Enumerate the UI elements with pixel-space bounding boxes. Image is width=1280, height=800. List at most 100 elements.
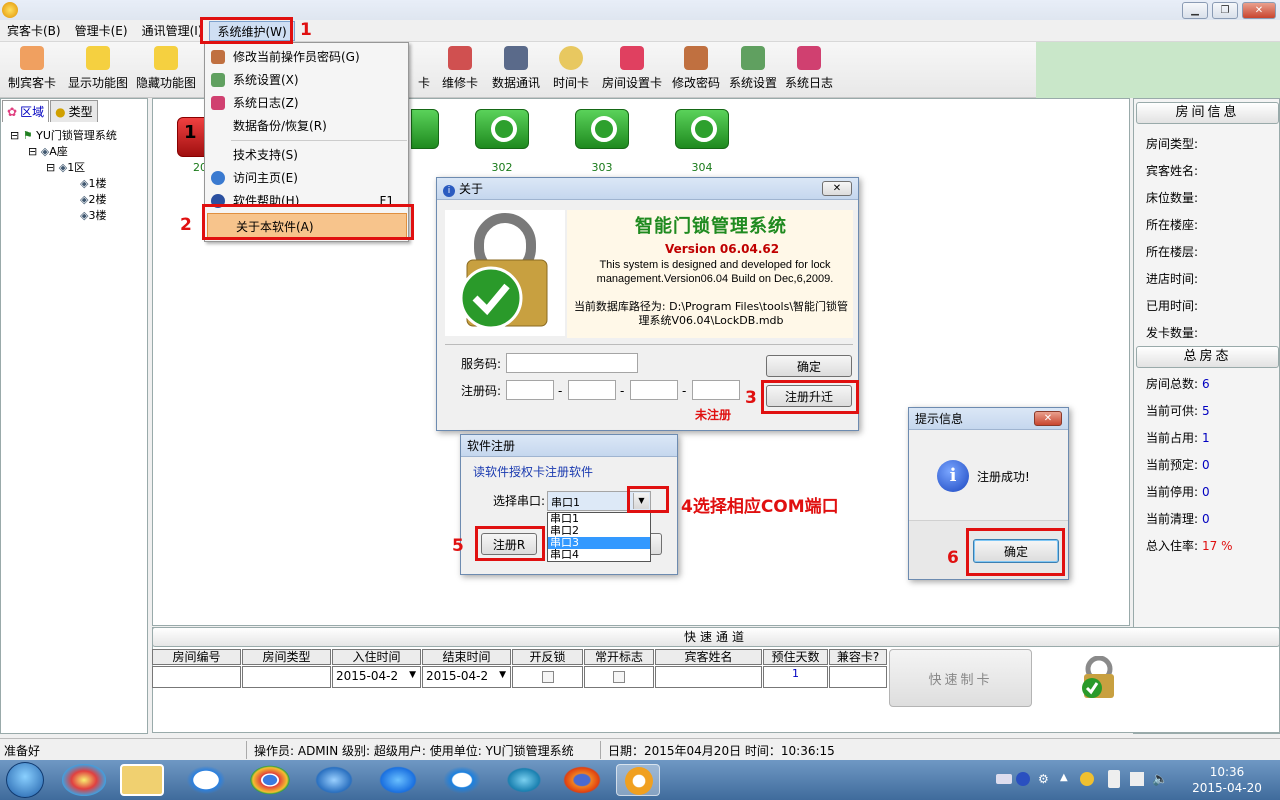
lock-app-taskbar-icon[interactable]: [616, 764, 660, 796]
tree-zone[interactable]: ⊟ ◈1区: [10, 160, 117, 176]
about-ok-button[interactable]: 确定: [766, 355, 852, 377]
stay-days-input[interactable]: 1: [763, 666, 828, 688]
guest-name-input[interactable]: [655, 666, 762, 688]
tb-room-set-card[interactable]: 房间设置卡: [602, 46, 662, 91]
power-tray-icon[interactable]: [1108, 770, 1120, 788]
register-upgrade-button[interactable]: 注册升迁: [766, 385, 852, 407]
menu-homepage[interactable]: 访问主页(E): [205, 167, 408, 189]
room-type-input[interactable]: [242, 666, 331, 688]
menu-item-label: 修改当前操作员密码(G): [233, 50, 360, 64]
chrome-icon[interactable]: [248, 764, 292, 796]
tb-show-map[interactable]: 显示功能图: [68, 46, 128, 91]
menu-system-maint[interactable]: 系统维护(W): [209, 20, 295, 41]
tab-type[interactable]: ● 类型: [50, 100, 98, 122]
tree-building[interactable]: ⊟ ◈A座: [10, 144, 117, 160]
menu-backup[interactable]: 数据备份/恢复(R): [205, 115, 408, 137]
maximize-button[interactable]: ❐: [1212, 2, 1238, 19]
room-number: 304: [691, 161, 713, 174]
deadlock-checkbox[interactable]: [541, 671, 554, 683]
room-303[interactable]: [575, 109, 629, 149]
reg-code-field-4[interactable]: [692, 380, 740, 400]
keyboard-tray-icon[interactable]: [996, 774, 1012, 784]
baidu-disk-icon[interactable]: [184, 764, 228, 796]
globe-icon[interactable]: [312, 764, 356, 796]
tb-data-comm[interactable]: 数据通讯: [492, 46, 540, 91]
info-close-button[interactable]: ✕: [1034, 411, 1062, 426]
about-close-button[interactable]: ✕: [822, 181, 852, 196]
tb-time-card[interactable]: 时间卡: [553, 46, 589, 91]
taskbar-clock[interactable]: 10:36 2015-04-20: [1182, 764, 1272, 796]
tb-system-settings[interactable]: 系统设置: [729, 46, 777, 91]
room-302[interactable]: [475, 109, 529, 149]
quick-make-card-button[interactable]: 快速制卡: [889, 649, 1032, 707]
tb-hide-map[interactable]: 隐藏功能图: [136, 46, 196, 91]
compat-card-input[interactable]: [829, 666, 887, 688]
menu-system-settings[interactable]: 系统设置(X): [205, 69, 408, 91]
bird-app-icon[interactable]: [502, 764, 546, 796]
tab-area[interactable]: ✿ 区域: [2, 100, 50, 122]
tb-make-guest-card[interactable]: 制宾客卡: [8, 46, 56, 91]
chevron-down-icon: ▼: [499, 670, 506, 680]
pinwheel-app-icon[interactable]: [62, 764, 106, 796]
menu-comm[interactable]: 通讯管理(I): [135, 21, 210, 41]
tb-repair-card[interactable]: 维修卡: [442, 46, 478, 91]
network-tray-icon[interactable]: [1130, 772, 1144, 786]
reg-code-field-3[interactable]: [630, 380, 678, 400]
reg-code-field-1[interactable]: [506, 380, 554, 400]
checkin-date[interactable]: 2015-04-2 ▼: [332, 666, 421, 688]
menu-system-log[interactable]: 系统日志(Z): [205, 92, 408, 114]
tb-label: 显示功能图: [68, 76, 129, 90]
tb-change-pwd[interactable]: 修改密码: [672, 46, 720, 91]
port-option[interactable]: 串口4: [548, 549, 650, 561]
menu-help[interactable]: 软件帮助(H) F1: [205, 190, 408, 212]
checkout-date[interactable]: 2015-04-2 ▼: [422, 666, 511, 688]
show-hidden-tray-icon[interactable]: ▲: [1060, 772, 1068, 783]
cloud-app-icon[interactable]: [440, 764, 484, 796]
info-ok-button[interactable]: 确定: [973, 539, 1059, 563]
menu-change-pwd[interactable]: 修改当前操作员密码(G): [205, 46, 408, 68]
tb-system-log[interactable]: 系统日志: [785, 46, 833, 91]
quick-panel-header: 快速通道: [152, 627, 1280, 647]
tree-root-label: YU门锁管理系统: [36, 129, 117, 142]
chevron-down-icon[interactable]: ▼: [633, 493, 649, 509]
menu-item-label: 系统设置(X): [233, 73, 299, 87]
minimize-button[interactable]: ▁: [1182, 2, 1208, 19]
tree-floor[interactable]: ◈3楼: [10, 208, 117, 224]
annotation-step2: 2: [180, 215, 192, 235]
service-code-field[interactable]: [506, 353, 638, 373]
settings-tray-icon[interactable]: ⚙: [1038, 772, 1052, 786]
log-icon: [211, 96, 225, 110]
qq-icon[interactable]: [376, 764, 420, 796]
tb-card[interactable]: 卡: [412, 46, 436, 91]
add-tray-icon[interactable]: [1080, 772, 1094, 786]
volume-tray-icon[interactable]: 🔈: [1152, 772, 1168, 787]
menu-about[interactable]: 关于本软件(A): [207, 213, 407, 239]
tree-floor[interactable]: ◈2楼: [10, 192, 117, 208]
annotation-step5: 5: [452, 536, 464, 556]
room-partial[interactable]: [411, 109, 439, 149]
always-open-checkbox[interactable]: [613, 671, 625, 683]
menu-tech-support[interactable]: 技术支持(S): [205, 144, 408, 166]
tree-floor[interactable]: ◈1楼: [10, 176, 117, 192]
help-tray-icon[interactable]: [1016, 772, 1030, 786]
reg-code-field-2[interactable]: [568, 380, 616, 400]
firefox-icon[interactable]: [560, 764, 604, 796]
tree-root[interactable]: ⊟ ⚑ YU门锁管理系统: [10, 128, 117, 144]
room-number-input[interactable]: [152, 666, 241, 688]
info-icon: i: [937, 460, 969, 492]
guest-card-icon: [20, 46, 44, 70]
close-button[interactable]: ✕: [1242, 2, 1276, 19]
info-field: 床位数量:: [1146, 191, 1199, 205]
explorer-icon[interactable]: [120, 764, 164, 796]
room-number: 302: [491, 161, 513, 174]
menu-guest-card[interactable]: 宾客卡(B): [0, 21, 68, 41]
register-button[interactable]: 注册R: [481, 533, 537, 555]
type-icon: ●: [55, 104, 66, 119]
flag-icon: ⚑: [22, 129, 33, 142]
register-cancel-button[interactable]: [651, 533, 662, 555]
menu-manage-card[interactable]: 管理卡(E): [68, 21, 135, 41]
port-select[interactable]: 串口1 ▼: [547, 491, 651, 511]
clock-time: 10:36: [1209, 765, 1245, 779]
room-304[interactable]: [675, 109, 729, 149]
start-button[interactable]: [6, 762, 44, 798]
